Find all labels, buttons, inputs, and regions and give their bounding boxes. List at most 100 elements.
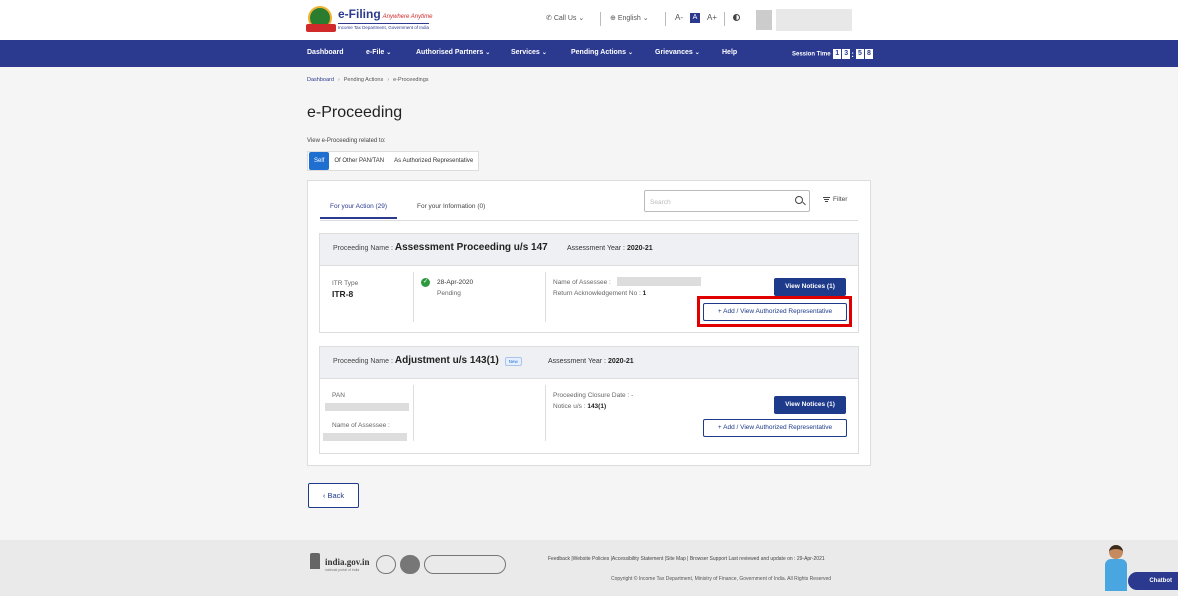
- nav-label: Grievances: [655, 49, 693, 56]
- column-divider: [413, 272, 414, 322]
- certification-logos-icon[interactable]: [424, 555, 506, 574]
- ack-number: 1: [642, 290, 647, 297]
- column-divider: [545, 272, 546, 322]
- india-gov-subtitle: national portal of india: [325, 568, 360, 572]
- page-title: e-Proceeding: [307, 104, 403, 121]
- ribbon-icon: [306, 24, 336, 32]
- session-label: Session Time: [792, 51, 831, 58]
- proceeding-name-row: Proceeding Name : Adjustment u/s 143(1) …: [333, 355, 522, 366]
- breadcrumb: Dashboard › Pending Actions › e-Proceedings: [307, 77, 429, 83]
- notice-label: Notice u/s :: [553, 403, 586, 410]
- nav-services[interactable]: Services ⌄: [511, 49, 547, 56]
- nav-help[interactable]: Help: [722, 49, 737, 56]
- proceedings-card: For your Action (29) For your Informatio…: [307, 180, 871, 466]
- globe-icon: ⊕: [610, 15, 616, 22]
- closure-date-row: Proceeding Closure Date : -: [553, 392, 633, 399]
- check-icon: ✓: [421, 278, 430, 287]
- nav-label: Pending Actions: [571, 49, 626, 56]
- nav-label: Help: [722, 49, 738, 56]
- session-digit: 1: [833, 49, 842, 59]
- nav-authorised-partners[interactable]: Authorised Partners ⌄: [416, 49, 490, 56]
- nav-efile[interactable]: e-File ⌄: [366, 49, 391, 56]
- user-name-redacted[interactable]: [776, 9, 852, 31]
- nav-dashboard[interactable]: Dashboard: [307, 49, 344, 56]
- session-colon: :: [851, 49, 854, 59]
- nav-pending-actions[interactable]: Pending Actions ⌄: [571, 49, 633, 56]
- segment-self[interactable]: Self: [309, 152, 330, 170]
- assessment-year-row: Assessment Year : 2020-21: [548, 358, 634, 365]
- chevron-right-icon: ›: [387, 77, 390, 83]
- divider: [600, 12, 601, 26]
- back-label: Back: [327, 491, 345, 500]
- partner-logo-icon[interactable]: [376, 555, 396, 574]
- nav-grievances[interactable]: Grievances ⌄: [655, 49, 700, 56]
- notice-value: 143(1): [587, 403, 607, 410]
- chevron-down-icon: ⌄: [386, 50, 392, 56]
- segment-authorized-rep[interactable]: As Authorized Representative: [389, 152, 478, 170]
- divider: [724, 12, 725, 26]
- chevron-down-icon: ⌄: [578, 15, 585, 22]
- notice-row: Notice u/s : 143(1): [553, 403, 606, 410]
- chatbot-button[interactable]: Chatbot: [1128, 572, 1178, 590]
- view-related-label: View e-Proceeding related to:: [307, 138, 386, 144]
- tab-for-your-information[interactable]: For your Information (0): [417, 203, 485, 217]
- chevron-right-icon: ›: [337, 77, 340, 83]
- session-timer: Session Time 13:58: [792, 49, 873, 59]
- font-increase-button[interactable]: A+: [707, 13, 717, 22]
- tabs-divider: [320, 220, 858, 221]
- efiling-logo[interactable]: e-Filing Anywhere Anytime Income Tax Depa…: [306, 6, 432, 34]
- search-icon[interactable]: [795, 196, 803, 204]
- assessment-year: 2020-21: [607, 358, 634, 365]
- font-decrease-button[interactable]: A-: [675, 13, 683, 22]
- proceeding-name: Adjustment u/s 143(1): [394, 355, 499, 366]
- add-authorized-rep-button[interactable]: + Add / View Authorized Representative: [703, 419, 847, 437]
- nav-label: Authorised Partners: [416, 49, 484, 56]
- india-gov-link[interactable]: india.gov.in: [325, 557, 370, 567]
- proceeding-name-row: Proceeding Name : Assessment Proceeding …: [333, 242, 548, 253]
- breadcrumb-current: e-Proceedings: [393, 77, 429, 83]
- tab-for-your-action[interactable]: For your Action (29): [320, 203, 398, 219]
- proceeding-name-label: Proceeding Name :: [333, 358, 393, 365]
- chevron-down-icon: ⌄: [627, 50, 633, 56]
- nav-label: Services: [511, 49, 540, 56]
- highlight-box: [697, 296, 852, 327]
- session-digit: 8: [864, 49, 873, 59]
- breadcrumb-pending-actions[interactable]: Pending Actions: [344, 77, 383, 83]
- chevron-down-icon: ⌄: [642, 15, 649, 22]
- breadcrumb-dashboard[interactable]: Dashboard: [307, 77, 334, 83]
- logo-subtitle: Income Tax Department, Government of Ind…: [338, 23, 429, 30]
- assessee-name-label: Name of Assessee :: [332, 422, 390, 429]
- filter-label: Filter: [833, 196, 848, 204]
- footer-links[interactable]: Feedback |Website Policies |Accessibilit…: [548, 554, 878, 564]
- pan-label: PAN: [332, 392, 345, 399]
- assessment-year-label: Assessment Year :: [548, 358, 606, 365]
- font-normal-button[interactable]: A: [690, 13, 700, 23]
- chevron-down-icon: ⌄: [694, 50, 700, 56]
- chevron-down-icon: ⌄: [541, 50, 547, 56]
- column-divider: [545, 385, 546, 441]
- contrast-icon[interactable]: [733, 14, 740, 21]
- chatbot-avatar-icon[interactable]: [1102, 545, 1130, 591]
- assessee-name-redacted: [323, 433, 407, 441]
- phone-icon: ✆: [546, 15, 552, 22]
- language-select[interactable]: ⊕ English ⌄: [610, 14, 649, 22]
- segment-other-pan[interactable]: Of Other PAN/TAN: [329, 152, 389, 170]
- itr-type-value: ITR-8: [332, 289, 354, 299]
- back-button[interactable]: ‹ Back: [308, 483, 359, 508]
- proceeding-item: Proceeding Name : Assessment Proceeding …: [319, 233, 859, 333]
- closure-date-label: Proceeding Closure Date :: [553, 392, 630, 399]
- filter-button[interactable]: Filter: [823, 196, 847, 203]
- avatar[interactable]: [756, 10, 772, 30]
- view-notices-button[interactable]: View Notices (1): [774, 396, 846, 414]
- copyright-text: Copyright © Income Tax Department, Minis…: [611, 576, 832, 582]
- ack-label: Return Acknowledgement No :: [553, 290, 641, 297]
- assessee-name-redacted: [617, 277, 701, 286]
- nav-label: Dashboard: [307, 49, 344, 56]
- call-us-menu[interactable]: ✆ Call Us ⌄: [546, 14, 584, 22]
- call-us-label: Call Us: [553, 15, 577, 22]
- proceeding-name: Assessment Proceeding u/s 147: [394, 242, 548, 253]
- partner-logo-icon[interactable]: [400, 555, 420, 574]
- search-input[interactable]: [645, 192, 775, 213]
- closure-date-value: -: [631, 392, 634, 399]
- view-notices-button[interactable]: View Notices (1): [774, 278, 846, 296]
